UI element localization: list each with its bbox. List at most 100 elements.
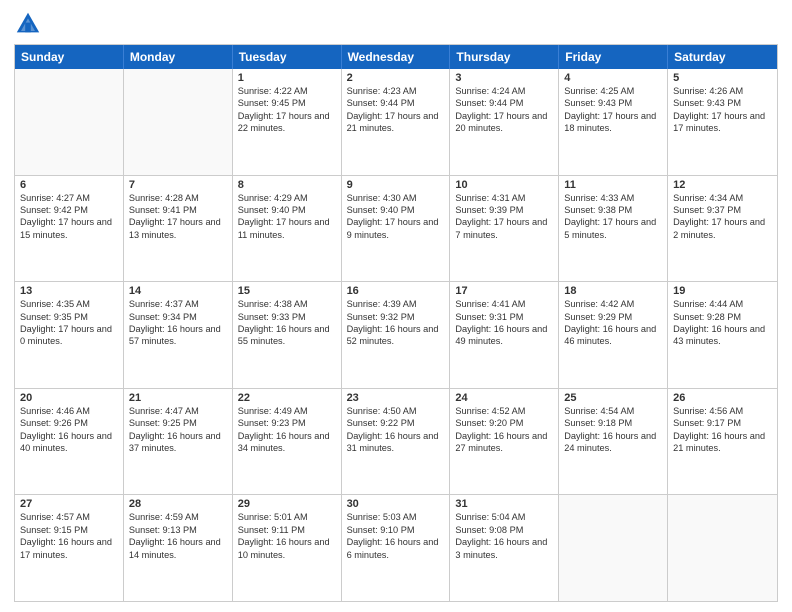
header-day-sunday: Sunday: [15, 45, 124, 69]
cell-details: Sunrise: 4:31 AMSunset: 9:39 PMDaylight:…: [455, 192, 553, 242]
daylight-text: Daylight: 16 hours and 52 minutes.: [347, 324, 439, 346]
day-cell-6: 6Sunrise: 4:27 AMSunset: 9:42 PMDaylight…: [15, 176, 124, 282]
cell-details: Sunrise: 4:23 AMSunset: 9:44 PMDaylight:…: [347, 85, 445, 135]
daylight-text: Daylight: 16 hours and 27 minutes.: [455, 431, 547, 453]
daylight-text: Daylight: 17 hours and 22 minutes.: [238, 111, 330, 133]
day-number: 12: [673, 179, 772, 191]
header-day-friday: Friday: [559, 45, 668, 69]
day-number: 10: [455, 179, 553, 191]
day-cell-4: 4Sunrise: 4:25 AMSunset: 9:43 PMDaylight…: [559, 69, 668, 175]
cell-details: Sunrise: 4:27 AM Sunset: 9:42 PM Daylight:…: [20, 192, 118, 242]
sunset-text: Sunset: 9:11 PM: [238, 525, 305, 535]
sunrise-text: Sunrise: 4:23 AM: [347, 86, 417, 96]
cell-details: Sunrise: 4:39 AM Sunset: 9:32 PM Daylight:…: [347, 298, 445, 348]
day-cell-3: 3Sunrise: 4:24 AMSunset: 9:44 PMDaylight…: [450, 69, 559, 175]
sunset-text: Sunset: 9:08 PM: [455, 525, 523, 535]
day-number: 30: [347, 498, 445, 510]
day-number: 27: [20, 498, 118, 510]
cell-details: Sunrise: 4:44 AMSunset: 9:28 PMDaylight:…: [673, 298, 772, 348]
sunset-text: Sunset: 9:41 PM: [129, 205, 197, 215]
sunrise-text: Sunrise: 4:44 AM: [673, 299, 743, 309]
daylight-text: Daylight: 17 hours and 15 minutes.: [20, 217, 112, 239]
calendar-row-3: 13Sunrise: 4:35 AMSunset: 9:35 PMDayligh…: [15, 282, 777, 389]
day-number: 5: [673, 72, 772, 84]
day-cell-9: 9Sunrise: 4:30 AMSunset: 9:40 PMDaylight…: [342, 176, 451, 282]
day-number: 28: [129, 498, 227, 510]
cell-details: Sunrise: 4:47 AMSunset: 9:25 PMDaylight:…: [129, 405, 227, 455]
day-cell-1: 1Sunrise: 4:22 AMSunset: 9:45 PMDaylight…: [233, 69, 342, 175]
day-cell-30: 30Sunrise: 5:03 AMSunset: 9:10 PMDayligh…: [342, 495, 451, 601]
cell-details: Sunrise: 4:46 AMSunset: 9:26 PMDaylight:…: [20, 405, 118, 455]
day-number: 21: [129, 392, 227, 404]
sunrise-text: Sunrise: 4:29 AM: [238, 193, 308, 203]
day-cell-17: 17Sunrise: 4:41 AMSunset: 9:31 PMDayligh…: [450, 282, 559, 388]
daylight-text: Daylight: 17 hours and 2 minutes.: [673, 217, 765, 239]
sunset-text: Sunset: 9:43 PM: [564, 98, 632, 108]
sunset-text: Sunset: 9:40 PM: [347, 205, 415, 215]
day-number: 25: [564, 392, 662, 404]
sunset-text: Sunset: 9:13 PM: [129, 525, 197, 535]
day-cell-20: 20Sunrise: 4:46 AMSunset: 9:26 PMDayligh…: [15, 389, 124, 495]
cell-details: Sunrise: 4:25 AMSunset: 9:43 PMDaylight:…: [564, 85, 662, 135]
sunrise-text: Sunrise: 4:27 AM: [20, 193, 90, 203]
cell-details: Sunrise: 4:54 AMSunset: 9:18 PMDaylight:…: [564, 405, 662, 455]
day-cell-19: 19Sunrise: 4:44 AMSunset: 9:28 PMDayligh…: [668, 282, 777, 388]
cell-details: Sunrise: 4:50 AMSunset: 9:22 PMDaylight:…: [347, 405, 445, 455]
sunrise-text: Sunrise: 4:25 AM: [564, 86, 634, 96]
sunrise-text: Sunrise: 4:37 AM: [129, 299, 199, 309]
day-cell-26: 26Sunrise: 4:56 AMSunset: 9:17 PMDayligh…: [668, 389, 777, 495]
day-number: 14: [129, 285, 227, 297]
day-number: 22: [238, 392, 336, 404]
day-number: 19: [673, 285, 772, 297]
cell-details: Sunrise: 5:03 AMSunset: 9:10 PMDaylight:…: [347, 511, 445, 561]
day-cell-29: 29 Sunrise: 5:01 AM Sunset: 9:11 PM Dayligh…: [233, 495, 342, 601]
sunset-text: Sunset: 9:15 PM: [20, 525, 88, 535]
day-number: 15: [238, 285, 336, 297]
sunrise-text: Sunrise: 4:57 AM: [20, 512, 90, 522]
sunset-text: Sunset: 9:22 PM: [347, 418, 415, 428]
sunset-text: Sunset: 9:23 PM: [238, 418, 306, 428]
sunset-text: Sunset: 9:42 PM: [20, 205, 88, 215]
sunrise-text: Sunrise: 4:47 AM: [129, 406, 199, 416]
sunrise-text: Sunrise: 4:49 AM: [238, 406, 308, 416]
cell-details: Sunrise: 4:24 AMSunset: 9:44 PMDaylight:…: [455, 85, 553, 135]
sunrise-text: Sunrise: 5:01 AM: [238, 512, 308, 522]
day-cell-11: 11Sunrise: 4:33 AMSunset: 9:38 PMDayligh…: [559, 176, 668, 282]
daylight-text: Daylight: 17 hours and 7 minutes.: [455, 217, 547, 239]
cell-details: Sunrise: 4:30 AMSunset: 9:40 PMDaylight:…: [347, 192, 445, 242]
cell-details: Sunrise: 4:59 AMSunset: 9:13 PMDaylight:…: [129, 511, 227, 561]
sunset-text: Sunset: 9:28 PM: [673, 312, 741, 322]
day-cell-22: 22Sunrise: 4:49 AMSunset: 9:23 PMDayligh…: [233, 389, 342, 495]
daylight-text: Daylight: 16 hours and 31 minutes.: [347, 431, 439, 453]
cell-details: Sunrise: 4:49 AMSunset: 9:23 PMDaylight:…: [238, 405, 336, 455]
sunset-text: Sunset: 9:32 PM: [347, 312, 415, 322]
day-cell-23: 23Sunrise: 4:50 AMSunset: 9:22 PMDayligh…: [342, 389, 451, 495]
cell-details: Sunrise: 5:04 AMSunset: 9:08 PMDaylight:…: [455, 511, 553, 561]
sunrise-text: Sunrise: 4:52 AM: [455, 406, 525, 416]
empty-cell: [15, 69, 124, 175]
sunset-text: Sunset: 9:37 PM: [673, 205, 741, 215]
day-number: 16: [347, 285, 445, 297]
day-cell-10: 10Sunrise: 4:31 AMSunset: 9:39 PMDayligh…: [450, 176, 559, 282]
day-number: 11: [564, 179, 662, 191]
daylight-text: Daylight: 16 hours and 21 minutes.: [673, 431, 765, 453]
day-cell-16: 16 Sunrise: 4:39 AM Sunset: 9:32 PM Dayligh…: [342, 282, 451, 388]
day-cell-25: 25Sunrise: 4:54 AMSunset: 9:18 PMDayligh…: [559, 389, 668, 495]
daylight-text: Daylight: 16 hours and 17 minutes.: [20, 537, 112, 559]
daylight-text: Daylight: 16 hours and 10 minutes.: [238, 537, 330, 559]
daylight-text: Daylight: 17 hours and 5 minutes.: [564, 217, 656, 239]
calendar-row-1: 1Sunrise: 4:22 AMSunset: 9:45 PMDaylight…: [15, 69, 777, 176]
cell-details: Sunrise: 5:01 AM Sunset: 9:11 PM Daylight:…: [238, 511, 336, 561]
sunset-text: Sunset: 9:26 PM: [20, 418, 88, 428]
sunrise-text: Sunrise: 4:35 AM: [20, 299, 90, 309]
cell-details: Sunrise: 4:52 AMSunset: 9:20 PMDaylight:…: [455, 405, 553, 455]
day-number: 29: [238, 498, 336, 510]
sunset-text: Sunset: 9:10 PM: [347, 525, 415, 535]
cell-details: Sunrise: 4:22 AMSunset: 9:45 PMDaylight:…: [238, 85, 336, 135]
cell-details: Sunrise: 4:35 AMSunset: 9:35 PMDaylight:…: [20, 298, 118, 348]
cell-details: Sunrise: 4:29 AMSunset: 9:40 PMDaylight:…: [238, 192, 336, 242]
day-number: 9: [347, 179, 445, 191]
daylight-text: Daylight: 17 hours and 9 minutes.: [347, 217, 439, 239]
sunrise-text: Sunrise: 4:39 AM: [347, 299, 417, 309]
logo-icon: [14, 10, 42, 38]
